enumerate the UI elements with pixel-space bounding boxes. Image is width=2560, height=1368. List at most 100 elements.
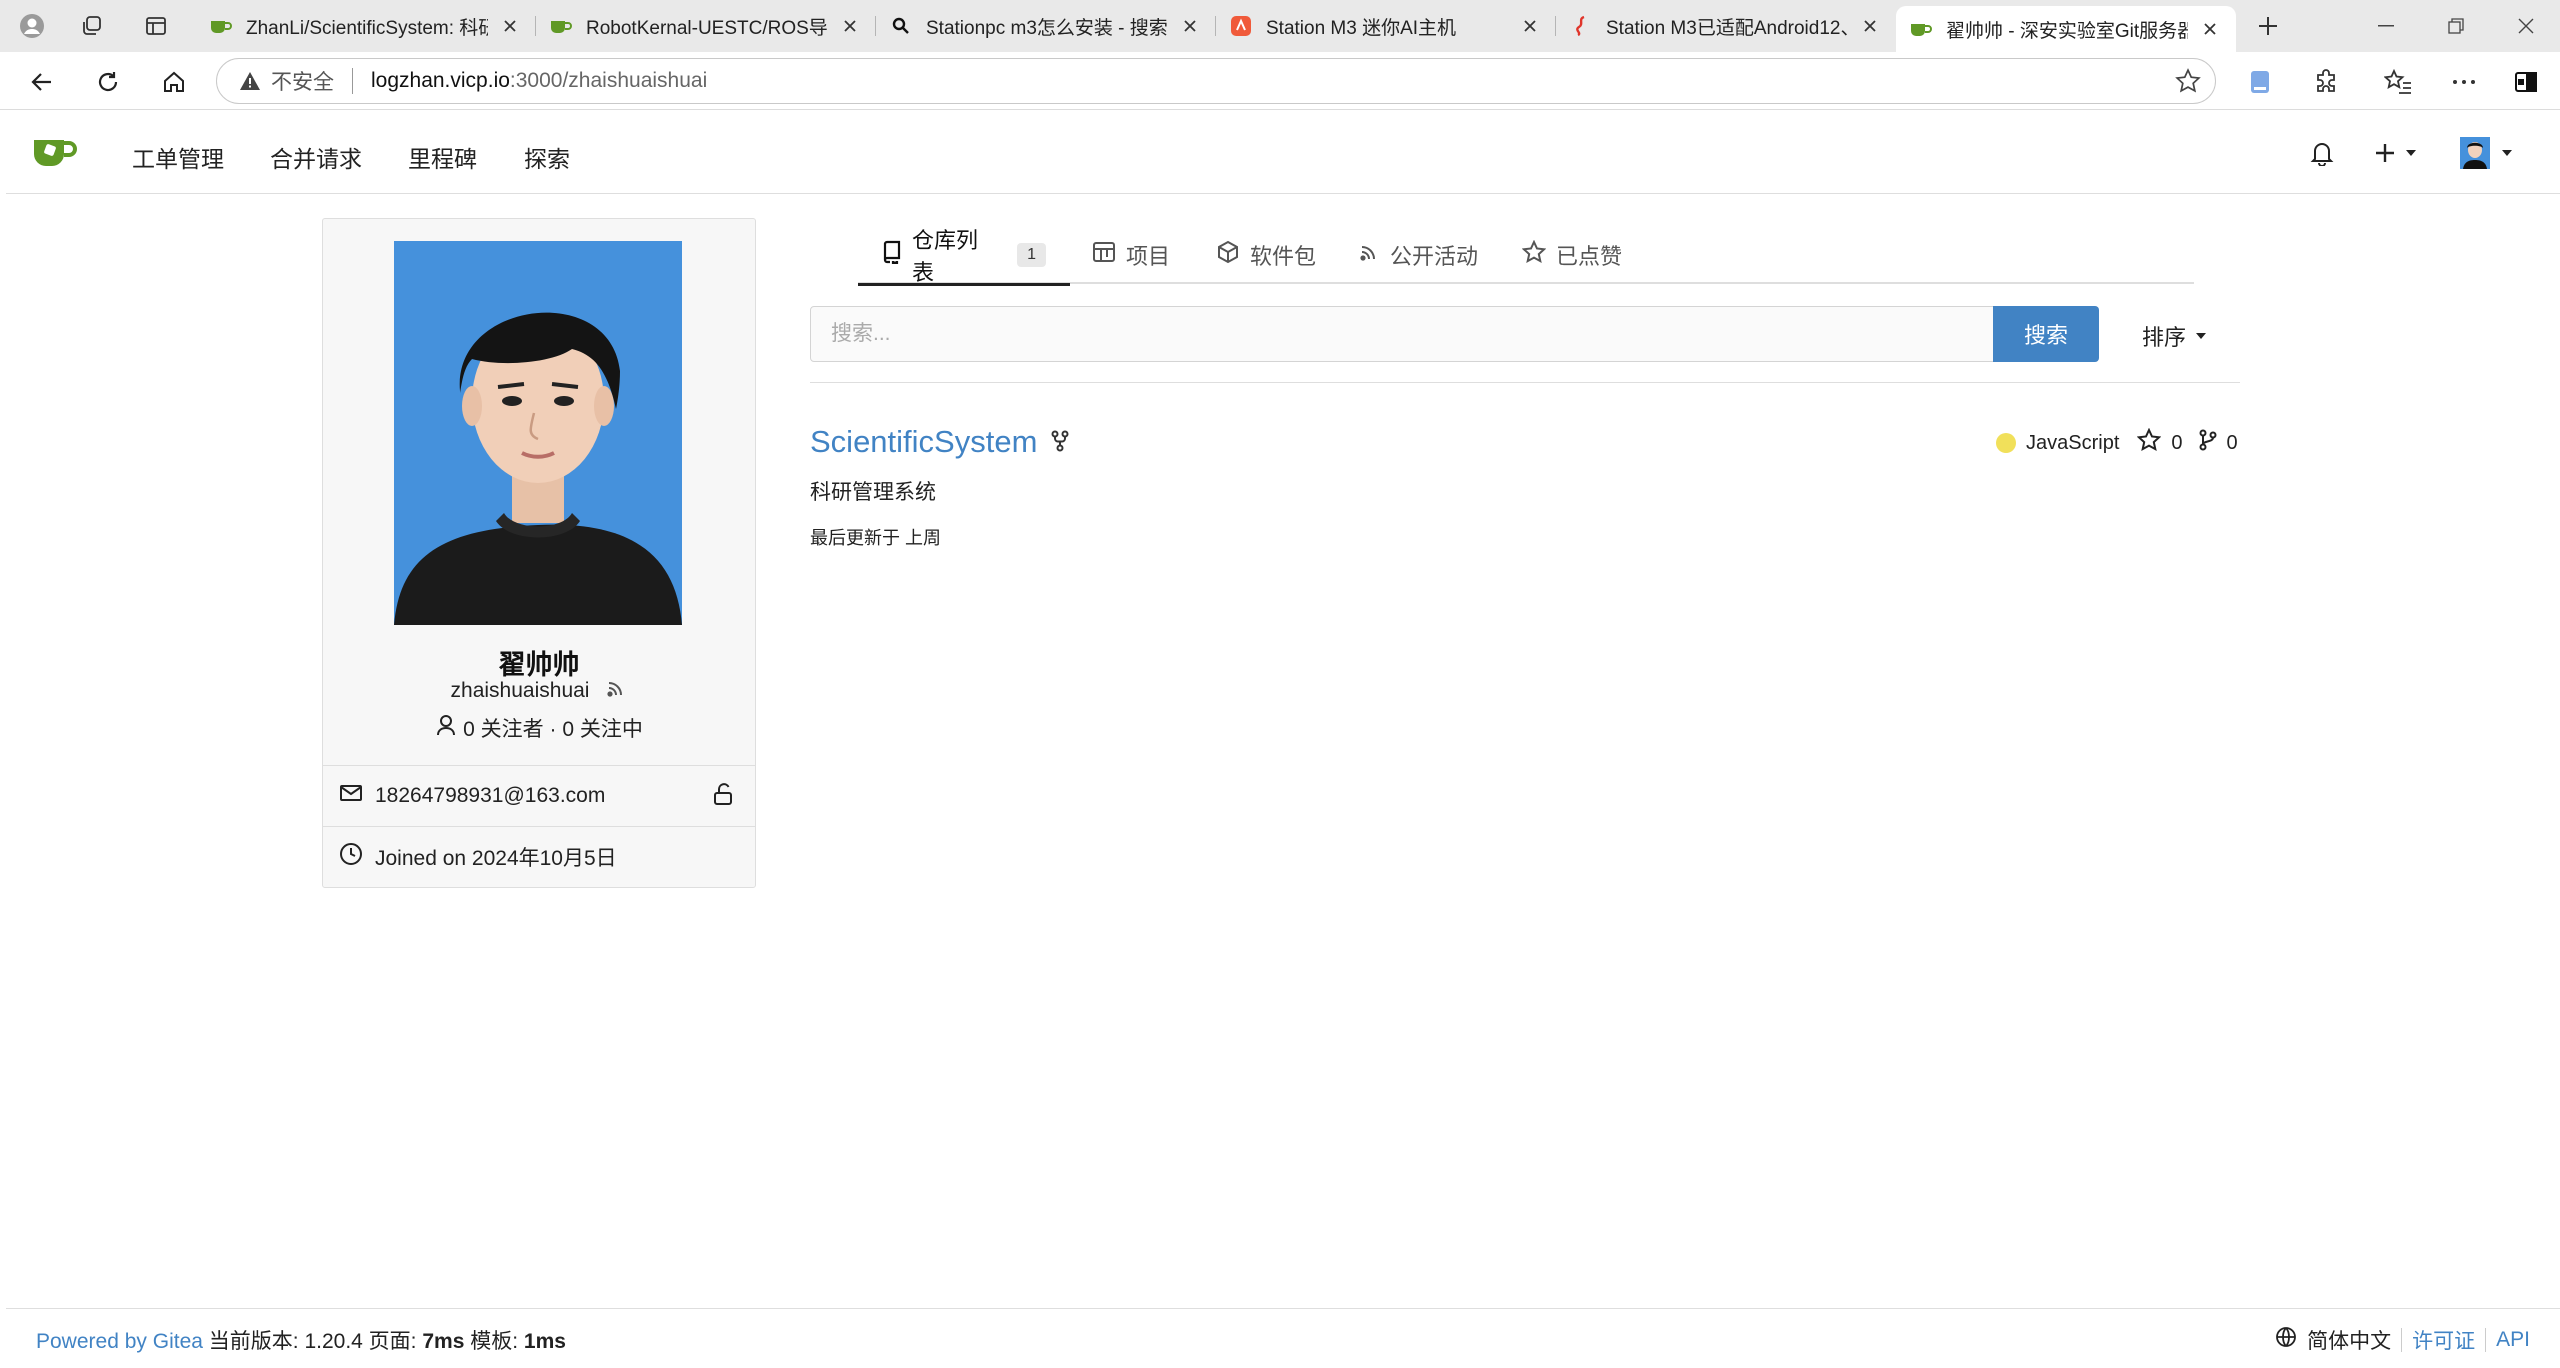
search-icon (890, 15, 912, 37)
gitea-icon (550, 15, 572, 37)
repo-meta: JavaScript 0 0 (1996, 427, 2238, 458)
more-icon[interactable] (2444, 62, 2484, 102)
tab-repositories[interactable]: 仓库列表 1 (858, 226, 1070, 286)
reading-icon[interactable] (2240, 62, 2280, 102)
browser-toolbar: 不安全 logzhan.vicp.io:3000/zhaishuaishuai (0, 52, 2560, 110)
browser-tab[interactable]: Stationpc m3怎么安装 - 搜索 (876, 6, 1216, 46)
follow-stats[interactable]: 0 关注者 · 0 关注中 (463, 713, 643, 743)
close-tab-icon[interactable] (2198, 17, 2222, 41)
repo-name-link[interactable]: ScientificSystem (810, 424, 1037, 460)
search-input[interactable] (811, 307, 1991, 361)
home-icon[interactable] (154, 62, 194, 102)
page-footer: Powered by Gitea 当前版本: 1.20.4 页面: 7ms 模板… (6, 1308, 2560, 1364)
gitea-icon (210, 15, 232, 37)
favorites-icon[interactable] (2378, 62, 2418, 102)
repo-language: JavaScript (2026, 431, 2120, 454)
profile-email[interactable]: 18264798931@163.com (375, 784, 605, 808)
browser-tab[interactable]: RobotKernal-UESTC/ROS导航机 (536, 6, 876, 46)
profile-username: zhaishuaishuai (450, 679, 590, 702)
tab-activity[interactable]: 公开活动 (1358, 226, 1478, 284)
tab-packages[interactable]: 软件包 (1216, 226, 1316, 284)
close-tab-icon[interactable] (838, 14, 862, 38)
nav-issues[interactable]: 工单管理 (132, 140, 224, 174)
browser-tab-active[interactable]: 翟帅帅 - 深安实验室Git服务器 (1896, 6, 2236, 52)
close-window-icon[interactable] (2488, 0, 2560, 52)
template-time: 1ms (523, 1330, 566, 1353)
nav-milestones[interactable]: 里程碑 (408, 140, 477, 174)
browser-tab[interactable]: ZhanLi/ScientificSystem: 科研管 (196, 6, 536, 46)
station-icon (1230, 15, 1252, 37)
tab-label: 项目 (1126, 244, 1171, 269)
close-tab-icon[interactable] (1858, 14, 1882, 38)
gitea-icon (1910, 18, 1932, 40)
tab-starred[interactable]: 已点赞 (1521, 226, 1622, 284)
star-icon (1521, 239, 1547, 270)
repo-search: 搜索 (810, 306, 2099, 362)
project-icon (1092, 241, 1116, 269)
address-bar[interactable]: 不安全 logzhan.vicp.io:3000/zhaishuaishuai (216, 58, 2216, 104)
rss-icon[interactable] (605, 677, 627, 705)
tab-title: RobotKernal-UESTC/ROS导航机 (586, 17, 828, 39)
profile-icon[interactable] (12, 8, 52, 44)
security-label[interactable]: 不安全 (271, 66, 334, 96)
repo-description: 科研管理系统 (810, 481, 936, 504)
star-icon[interactable] (2137, 427, 2162, 458)
create-menu[interactable] (2374, 134, 2416, 172)
extensions-icon[interactable] (2306, 62, 2346, 102)
footer-left: Powered by Gitea 当前版本: 1.20.4 页面: 7ms 模板… (36, 1325, 566, 1355)
close-tab-icon[interactable] (1518, 14, 1542, 38)
tab-title: ZhanLi/ScientificSystem: 科研管 (246, 17, 488, 39)
profile-login-row: zhaishuaishuai (323, 677, 755, 705)
language-color-dot (1996, 433, 2016, 453)
api-link[interactable]: API (2496, 1328, 2530, 1352)
user-menu[interactable] (2460, 134, 2512, 172)
clock-icon (339, 842, 363, 872)
browser-tabstrip: ZhanLi/ScientificSystem: 科研管 RobotKernal… (0, 0, 2560, 52)
workspaces-icon[interactable] (72, 8, 112, 44)
close-tab-icon[interactable] (1178, 14, 1202, 38)
tab-title: Station M3已适配Android12、 (1606, 17, 1848, 39)
browser-tab[interactable]: Station M3已适配Android12、 (1556, 6, 1896, 46)
globe-icon[interactable] (2275, 1326, 2297, 1354)
avatar[interactable] (2460, 137, 2490, 169)
warning-icon[interactable] (239, 71, 261, 91)
url-path: :3000/zhaishuaishuai (509, 69, 708, 92)
tab-title: Station M3 迷你AI主机 (1266, 17, 1457, 39)
nav-explore[interactable]: 探索 (524, 140, 570, 174)
new-tab-icon[interactable] (2248, 8, 2288, 44)
sidebar-toggle-icon[interactable] (2506, 62, 2546, 102)
mail-icon (339, 783, 363, 809)
repo-forks[interactable]: 0 (2227, 432, 2238, 455)
profile-follow-row: 0 关注者 · 0 关注中 (323, 713, 755, 743)
nav-pulls[interactable]: 合并请求 (270, 140, 362, 174)
sort-dropdown[interactable]: 排序 (2142, 320, 2207, 352)
close-tab-icon[interactable] (498, 14, 522, 38)
powered-by-link[interactable]: Powered by Gitea (36, 1330, 203, 1353)
profile-avatar (394, 241, 682, 625)
station-icon (1570, 15, 1592, 37)
back-icon[interactable] (22, 62, 62, 102)
restore-icon[interactable] (2418, 0, 2494, 52)
language-selector[interactable]: 简体中文 (2307, 1325, 2391, 1355)
git-branch-icon[interactable] (2199, 429, 2217, 457)
repo-updated: 最后更新于 上周 (810, 528, 942, 548)
repo-stars[interactable]: 0 (2171, 432, 2182, 455)
notifications-bell-icon[interactable] (2310, 134, 2334, 172)
reload-icon[interactable] (88, 62, 128, 102)
page-time: 7ms (422, 1330, 465, 1353)
repo-icon (882, 240, 902, 270)
search-button[interactable]: 搜索 (1993, 306, 2099, 362)
license-link[interactable]: 许可证 (2412, 1325, 2475, 1355)
gitea-logo-icon[interactable] (32, 132, 78, 175)
tab-projects[interactable]: 项目 (1092, 226, 1170, 284)
minimize-icon[interactable] (2348, 0, 2424, 52)
gitea-navbar: 工单管理 合并请求 里程碑 探索 (6, 112, 2560, 194)
unlock-icon[interactable] (713, 782, 733, 812)
browser-tab[interactable]: Station M3 迷你AI主机 (1216, 6, 1556, 46)
profile-joined: Joined on 2024年10月5日 (375, 847, 617, 870)
tab-actions-icon[interactable] (136, 8, 176, 44)
repo-item-title: ScientificSystem (810, 424, 1069, 460)
profile-email-row: 18264798931@163.com (323, 765, 755, 826)
favorite-star-icon[interactable] (2175, 68, 2201, 100)
package-icon (1216, 240, 1240, 270)
